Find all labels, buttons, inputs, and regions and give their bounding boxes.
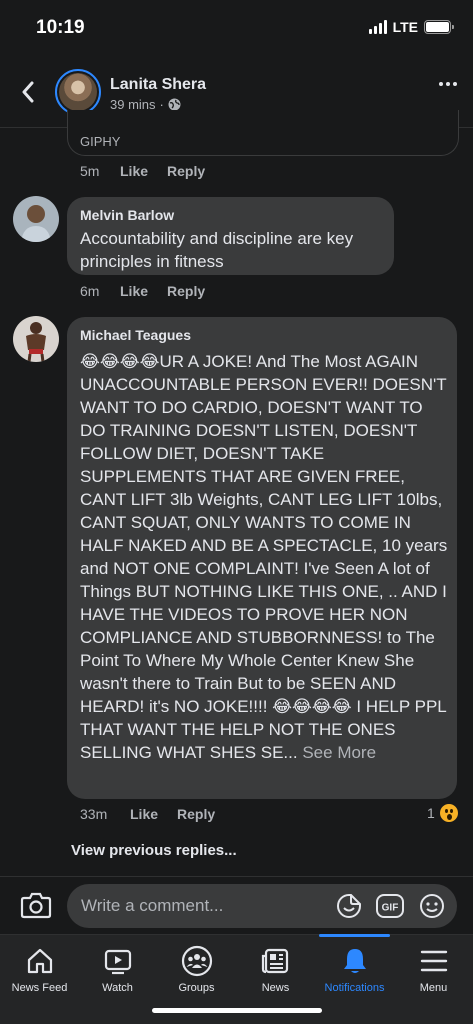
svg-text:GIF: GIF — [382, 903, 399, 914]
tab-label: Watch — [102, 982, 133, 994]
status-indicators: LTE — [368, 19, 454, 35]
reply-button[interactable]: Reply — [177, 806, 215, 822]
comment-body: 😂😂😂😂UR A JOKE! And The Most AGAIN UNACCO… — [80, 352, 448, 762]
more-options-button[interactable] — [439, 82, 457, 86]
comment-actions: 6m Like Reply — [80, 283, 205, 299]
gif-attachment[interactable] — [67, 110, 459, 156]
menu-icon — [420, 950, 447, 972]
view-previous-replies[interactable]: View previous replies... — [71, 842, 237, 859]
author-name[interactable]: Lanita Shera — [110, 76, 206, 94]
comment-bubble[interactable]: Michael Teagues 😂😂😂😂UR A JOKE! And The M… — [67, 317, 457, 799]
commenter-name[interactable]: Melvin Barlow — [80, 207, 174, 223]
tab-label: News — [261, 982, 290, 994]
reaction-count: 1 — [427, 805, 435, 821]
comment-text: 😂😂😂😂UR A JOKE! And The Most AGAIN UNACCO… — [80, 350, 450, 764]
comment-time: 5m — [80, 163, 100, 179]
tab-watch[interactable]: Watch — [78, 935, 157, 1005]
status-time: 10:19 — [36, 17, 85, 38]
home-icon — [27, 948, 52, 974]
emoji-icon — [420, 894, 444, 918]
like-button[interactable]: Like — [120, 163, 167, 179]
tab-menu[interactable]: Menu — [394, 935, 473, 1005]
wow-reaction-icon — [438, 803, 459, 823]
comment-time: 6m — [80, 283, 100, 299]
groups-icon — [181, 945, 212, 977]
bell-icon — [343, 949, 366, 973]
watch-icon — [104, 949, 131, 975]
tab-label: Groups — [178, 982, 215, 994]
tab-notifications[interactable]: Notifications — [315, 935, 394, 1005]
comment-bubble[interactable]: Melvin Barlow Accountability and discipl… — [67, 197, 394, 275]
comment-composer: GIF — [0, 876, 473, 934]
author-avatar[interactable] — [55, 69, 101, 115]
comment-text: Accountability and discipline are key pr… — [80, 229, 354, 271]
gif-icon: GIF — [376, 894, 404, 918]
battery-icon — [424, 20, 454, 34]
tab-label: News Feed — [11, 982, 68, 994]
camera-button[interactable] — [20, 891, 52, 924]
network-type: LTE — [392, 19, 418, 35]
back-button[interactable] — [14, 76, 42, 108]
reply-button[interactable]: Reply — [167, 283, 205, 299]
sticker-icon — [337, 894, 361, 918]
tab-label: Notifications — [324, 982, 385, 994]
camera-icon — [20, 892, 52, 919]
comment-actions: 33m Like Reply — [80, 806, 215, 822]
commenter-name[interactable]: Michael Teagues — [80, 327, 191, 343]
like-button[interactable]: Like — [120, 283, 167, 299]
emoji-button[interactable] — [418, 892, 446, 920]
reaction-summary[interactable]: 1 — [427, 803, 459, 823]
commenter-avatar[interactable] — [13, 196, 59, 242]
see-more-link[interactable]: See More — [302, 743, 376, 762]
like-button[interactable]: Like — [130, 806, 177, 822]
home-indicator — [152, 1008, 322, 1013]
tab-news-feed[interactable]: News Feed — [0, 935, 79, 1005]
signal-icon — [368, 20, 387, 34]
gif-button[interactable]: GIF — [375, 892, 405, 920]
status-bar: 10:19 LTE — [0, 0, 473, 56]
tab-groups[interactable]: Groups — [157, 935, 236, 1005]
news-icon — [261, 948, 288, 974]
sticker-button[interactable] — [335, 892, 363, 920]
tab-news[interactable]: News — [236, 935, 315, 1005]
comment-time: 33m — [80, 806, 108, 822]
comment-actions: 5m Like Reply — [80, 163, 205, 179]
chevron-left-icon — [22, 81, 34, 103]
reply-button[interactable]: Reply — [167, 163, 205, 179]
tab-label: Menu — [419, 982, 448, 994]
commenter-avatar[interactable] — [13, 316, 59, 362]
giphy-label: GIPHY — [80, 134, 121, 149]
